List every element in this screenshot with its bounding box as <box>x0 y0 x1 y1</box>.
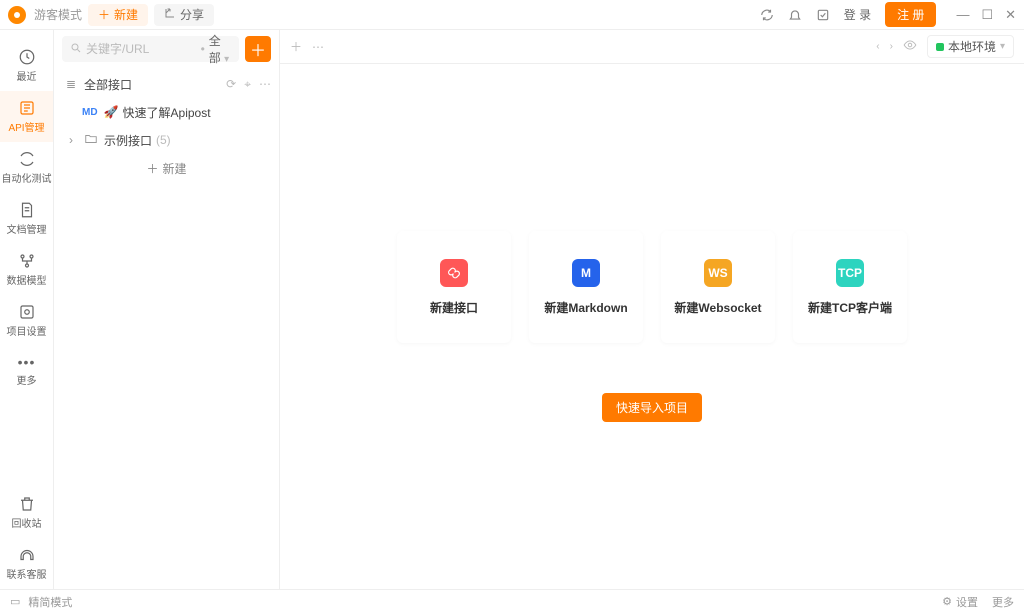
nav-datamodel[interactable]: 数据模型 <box>0 244 53 295</box>
card-new-websocket[interactable]: WS 新建Websocket <box>661 231 775 343</box>
eye-icon[interactable] <box>903 38 917 55</box>
tree-item-quicklearn[interactable]: MD 🚀 快速了解Apipost <box>54 98 279 126</box>
dots-icon: ••• <box>18 354 36 370</box>
tab-add-icon[interactable]: ＋ <box>290 38 302 55</box>
chevron-right-icon[interactable]: › <box>64 133 78 147</box>
card-new-websocket-label: 新建Websocket <box>674 299 761 316</box>
list-icon: ≣ <box>64 77 78 91</box>
app-logo <box>8 6 26 24</box>
search-icon <box>70 42 82 57</box>
card-new-tcp[interactable]: TCP 新建TCP客户端 <box>793 231 907 343</box>
plus-icon: ＋ <box>146 160 158 177</box>
share-button-label: 分享 <box>180 6 204 23</box>
tree-item-example-folder[interactable]: › 示例接口 (5) <box>54 126 279 154</box>
tree-new-label: 新建 <box>163 160 187 177</box>
card-new-markdown-icon: M <box>572 259 600 287</box>
tree-root-label: 全部接口 <box>84 76 132 93</box>
filter-dot-icon[interactable]: • <box>201 42 205 56</box>
env-dot-icon <box>936 43 944 51</box>
nav-project-settings[interactable]: 项目设置 <box>0 295 53 346</box>
login-button[interactable]: 登 录 <box>844 6 871 23</box>
card-new-api-label: 新建接口 <box>430 299 478 316</box>
check-icon[interactable] <box>816 8 830 22</box>
search-input[interactable] <box>86 42 197 56</box>
nav-recent[interactable]: 最近 <box>0 40 53 91</box>
nav-api-label: API管理 <box>8 119 44 134</box>
filter-all-label: 全部 <box>209 34 221 65</box>
sync-icon[interactable] <box>760 8 774 22</box>
nav-project-settings-label: 项目设置 <box>7 323 47 338</box>
tree-root[interactable]: ≣ 全部接口 ⟳ ⌖ ⋯ <box>54 70 279 98</box>
nav-api[interactable]: API管理 <box>0 91 53 142</box>
md-badge: MD <box>82 107 98 118</box>
locate-icon[interactable]: ⌖ <box>244 77 251 92</box>
register-button[interactable]: 注 册 <box>885 2 936 27</box>
nav-autotest[interactable]: 自动化测试 <box>0 142 53 193</box>
tree-item-quicklearn-label: 快速了解Apipost <box>123 104 211 121</box>
env-selector[interactable]: 本地环境 ▾ <box>927 35 1014 58</box>
new-button[interactable]: ＋ 新建 <box>88 4 148 26</box>
env-label: 本地环境 <box>948 38 996 55</box>
status-settings[interactable]: ⚙ 设置 <box>942 594 978 610</box>
filter-all[interactable]: 全部 ▾ <box>209 32 231 66</box>
minimize-icon[interactable]: — <box>956 7 969 23</box>
tree-new-button[interactable]: ＋ 新建 <box>54 154 279 182</box>
folder-icon <box>84 132 98 149</box>
tree-item-example-label: 示例接口 <box>104 132 152 149</box>
plus-icon: ＋ <box>98 6 110 23</box>
card-new-api[interactable]: 新建接口 <box>397 231 511 343</box>
tab-prev-icon[interactable]: ‹ <box>876 41 879 52</box>
nav-datamodel-label: 数据模型 <box>7 272 47 287</box>
guest-mode-label: 游客模式 <box>34 6 82 23</box>
nav-autotest-label: 自动化测试 <box>2 170 52 185</box>
rocket-icon: 🚀 <box>104 105 119 119</box>
card-new-tcp-label: 新建TCP客户端 <box>808 299 892 316</box>
card-new-markdown-label: 新建Markdown <box>544 299 627 316</box>
status-settings-label: 设置 <box>956 594 978 610</box>
side-add-button[interactable]: ＋ <box>245 36 271 62</box>
tree-item-example-count: (5) <box>156 133 171 147</box>
gear-icon: ⚙ <box>942 595 952 608</box>
nav-recycle[interactable]: 回收站 <box>0 487 53 538</box>
status-more[interactable]: 更多 <box>992 594 1014 610</box>
tab-more-icon[interactable]: ⋯ <box>312 40 324 54</box>
bell-icon[interactable] <box>788 8 802 22</box>
new-button-label: 新建 <box>114 6 138 23</box>
chevron-down-icon: ▾ <box>1000 41 1005 52</box>
nav-docs[interactable]: 文档管理 <box>0 193 53 244</box>
refresh-icon[interactable]: ⟳ <box>226 77 236 92</box>
share-button[interactable]: 分享 <box>154 4 214 26</box>
nav-recycle-label: 回收站 <box>12 515 42 530</box>
card-new-tcp-icon: TCP <box>836 259 864 287</box>
nav-recent-label: 最近 <box>17 68 37 83</box>
close-icon[interactable]: ✕ <box>1005 7 1016 23</box>
nav-contact-label: 联系客服 <box>7 566 47 581</box>
tab-next-icon[interactable]: › <box>890 41 893 52</box>
card-new-api-icon <box>440 259 468 287</box>
nav-docs-label: 文档管理 <box>7 221 47 236</box>
more-icon[interactable]: ⋯ <box>259 77 271 92</box>
status-mode-label[interactable]: 精简模式 <box>28 594 72 610</box>
nav-more-label: 更多 <box>17 372 37 387</box>
card-new-websocket-icon: WS <box>704 259 732 287</box>
quick-import-button[interactable]: 快速导入项目 <box>602 393 702 422</box>
share-icon <box>164 7 176 22</box>
nav-more[interactable]: ••• 更多 <box>0 346 53 395</box>
chevron-down-icon: ▾ <box>224 54 229 65</box>
maximize-icon[interactable]: ☐ <box>981 7 993 23</box>
search-box[interactable]: • 全部 ▾ <box>62 36 239 62</box>
card-new-markdown[interactable]: M 新建Markdown <box>529 231 643 343</box>
nav-contact[interactable]: 联系客服 <box>0 538 53 589</box>
status-mode-icon[interactable]: ▭ <box>10 595 20 608</box>
